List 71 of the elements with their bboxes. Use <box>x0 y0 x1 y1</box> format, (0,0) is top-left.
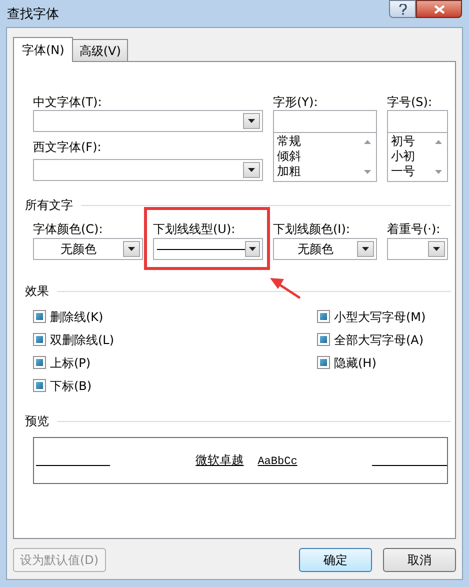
window-title: 查找字体 <box>6 6 60 24</box>
dialog-button[interactable]: 确定 <box>299 548 372 572</box>
dropdown-arrow-button[interactable] <box>243 162 260 178</box>
checkbox[interactable] <box>33 379 46 392</box>
dialog-button[interactable]: 取消 <box>383 548 456 572</box>
caret-icon <box>433 247 440 251</box>
checkbox[interactable] <box>33 356 46 369</box>
checkbox[interactable] <box>317 310 330 323</box>
close-icon <box>434 4 444 14</box>
list-item[interactable]: 初号 <box>391 134 430 149</box>
caret-icon <box>248 168 255 172</box>
checkbox-label[interactable]: 双删除线(L) <box>50 330 114 348</box>
checkbox-label[interactable]: 小型大写字母(M) <box>334 308 426 326</box>
list-item[interactable]: 一号 <box>391 164 430 179</box>
dropdown-arrow-button[interactable] <box>243 113 260 129</box>
field-label: 下划线线型(U): <box>153 221 236 236</box>
group-title: 所有文字 <box>25 197 73 214</box>
list-box[interactable]: 常规 倾斜 加粗 <box>273 133 377 182</box>
dropdown-field[interactable]: 无颜色 <box>33 238 143 260</box>
dropdown-field[interactable] <box>33 110 263 132</box>
scroll-down-icon[interactable] <box>364 170 371 174</box>
checkbox[interactable] <box>317 356 330 369</box>
caret-icon <box>248 119 255 123</box>
checkbox-label[interactable]: 删除线(K) <box>50 308 104 326</box>
close-button[interactable] <box>416 0 462 18</box>
group-title: 效果 <box>25 283 49 300</box>
dropdown-field[interactable]: 无颜色 <box>273 238 377 260</box>
caret-icon <box>249 247 256 251</box>
checkbox[interactable] <box>33 333 46 346</box>
caret-icon <box>128 247 135 251</box>
scroll-down-icon[interactable] <box>435 170 442 174</box>
list-item[interactable]: 常规 <box>277 134 359 149</box>
caret-icon <box>362 247 369 251</box>
field-label: 下划线颜色(I): <box>273 221 351 236</box>
dropdown-arrow-button[interactable] <box>428 241 445 257</box>
scroll-up-icon[interactable] <box>435 140 442 144</box>
preview-text: 微软卓越 <box>196 452 244 470</box>
group-title: 预览 <box>25 413 49 430</box>
field-label: 西文字体(F): <box>33 138 102 154</box>
checkbox-label[interactable]: 下标(B) <box>50 376 92 394</box>
preview-text: AaBbCc <box>258 455 298 470</box>
field-label: 字形(Y): <box>273 94 319 109</box>
tab[interactable]: 高级(V) <box>73 39 128 61</box>
checkbox[interactable] <box>33 310 46 323</box>
text-field[interactable] <box>273 110 377 133</box>
field-label: 着重号(·): <box>387 221 442 236</box>
annotation-arrow <box>268 276 302 300</box>
scroll-up-icon[interactable] <box>364 140 371 144</box>
checkbox-label[interactable]: 全部大写字母(A) <box>334 330 424 348</box>
dropdown-field[interactable] <box>387 238 448 260</box>
list-box[interactable]: 初号 小初 一号 <box>387 133 448 182</box>
dropdown-field[interactable] <box>153 238 263 260</box>
dropdown-value: 无颜色 <box>298 241 334 258</box>
dropdown-field[interactable] <box>33 159 263 182</box>
checkbox-label[interactable]: 隐藏(H) <box>334 354 376 372</box>
list-item[interactable]: 小初 <box>391 149 430 164</box>
list-item[interactable]: 倾斜 <box>277 149 359 164</box>
help-icon <box>398 4 406 14</box>
tab[interactable]: 字体(N) <box>13 37 74 62</box>
field-label: 中文字体(T): <box>33 94 103 109</box>
field-label: 字体颜色(C): <box>33 221 104 236</box>
text-field[interactable] <box>387 110 448 133</box>
checkbox[interactable] <box>317 333 330 346</box>
help-button[interactable] <box>389 0 416 18</box>
checkbox-label[interactable]: 上标(P) <box>50 354 91 372</box>
list-item[interactable]: 加粗 <box>277 164 359 179</box>
dropdown-value: 无颜色 <box>60 241 96 258</box>
dropdown-arrow-button[interactable] <box>245 241 260 257</box>
dropdown-arrow-button[interactable] <box>357 241 374 257</box>
dropdown-arrow-button[interactable] <box>123 241 140 257</box>
field-label: 字号(S): <box>387 94 434 109</box>
